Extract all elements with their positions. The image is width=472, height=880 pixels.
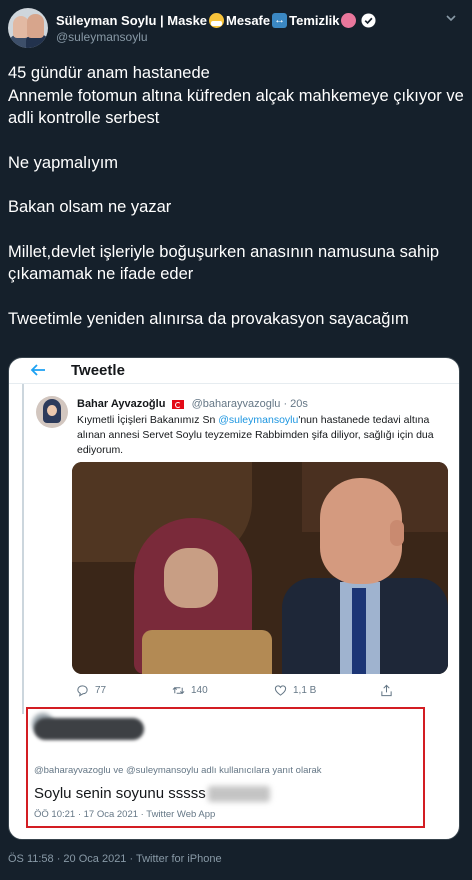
author-name-part3: Temizlik xyxy=(289,13,340,28)
like-count: 1,1 B xyxy=(293,685,317,696)
quoted-mention: @suleymansoylu xyxy=(218,414,299,426)
author-handle[interactable]: @suleymansoylu xyxy=(56,30,148,44)
share-action xyxy=(380,684,399,697)
tweet-line: Bakan olsam ne yazar xyxy=(8,198,172,216)
tweet-line: 45 gündür anam hastanede xyxy=(8,64,210,82)
retweet-icon xyxy=(172,686,185,695)
redacted-username xyxy=(34,718,144,740)
left-right-arrow-icon: ↔ xyxy=(272,13,288,28)
share-icon xyxy=(381,684,392,697)
reply-to-label: @baharayvazoglu ve @suleymansoylu adlı k… xyxy=(34,765,322,776)
quoted-photo xyxy=(72,462,448,674)
quoted-author: Bahar Ayvazoğlu @baharayvazoglu · 20s xyxy=(77,398,308,410)
author-avatar[interactable] xyxy=(8,8,48,48)
reply-meta: ÖÖ 10:21 · 17 Oca 2021 · Twitter Web App xyxy=(34,809,216,820)
thread-line xyxy=(22,384,24,714)
quoted-handle: @baharayvazoglu · 20s xyxy=(191,398,308,410)
tweet-line: Tweetimle yeniden alınırsa da provakasyo… xyxy=(8,309,409,328)
quoted-actions: 77 140 1,1 B xyxy=(72,684,448,700)
quoted-text: Kıymetli İçişleri Bakanımız Sn @suleyman… xyxy=(77,413,447,458)
reply-text-visible: Soylu senin soyunu sssss xyxy=(34,785,206,802)
retweet-action: 140 xyxy=(172,684,208,697)
author-name[interactable]: Süleyman Soylu | Maske Mesafe ↔ Temizlik xyxy=(56,13,376,28)
verified-badge-icon xyxy=(361,13,376,28)
reply-text: Soylu senin soyunu sssss xyxy=(34,785,270,802)
microbe-icon xyxy=(341,13,357,28)
highlighted-reply: @baharayvazoglu ve @suleymansoylu adlı k… xyxy=(26,707,425,828)
author-name-part2: Mesafe xyxy=(226,13,271,28)
embedded-title: Tweetle xyxy=(71,362,125,379)
quoted-name: Bahar Ayvazoğlu xyxy=(77,398,166,410)
like-action: 1,1 B xyxy=(274,684,316,697)
author-name-part1: Süleyman Soylu | Maske xyxy=(56,13,208,28)
tweet-timestamp[interactable]: ÖS 11:58 · 20 Oca 2021 · Twitter for iPh… xyxy=(8,853,222,865)
back-arrow-icon xyxy=(30,364,45,376)
turkish-flag-icon xyxy=(171,399,184,409)
embedded-header: Tweetle xyxy=(9,358,459,384)
tweet-line: Annemle fotomun altına küfreden alçak ma… xyxy=(8,86,464,128)
tweet-text: 45 gündür anam hastanede Annemle fotomun… xyxy=(8,62,468,330)
quoted-text-before: Kıymetli İçişleri Bakanımız Sn xyxy=(77,414,219,426)
redacted-word xyxy=(207,785,270,802)
attached-image[interactable]: Tweetle Bahar Ayvazoğlu @baharayvazoglu … xyxy=(8,357,460,840)
reply-icon xyxy=(77,685,88,697)
tweet-line: Millet,devlet işleriyle boğuşurken anası… xyxy=(8,242,440,284)
retweet-count: 140 xyxy=(191,685,208,696)
chevron-down-icon[interactable] xyxy=(442,10,460,26)
tweet-line: Ne yapmalıyım xyxy=(8,153,119,172)
face-with-mask-icon xyxy=(209,13,225,28)
tweet-header: Süleyman Soylu | Maske Mesafe ↔ Temizlik… xyxy=(8,8,464,50)
reply-count: 77 xyxy=(95,685,107,696)
reply-action: 77 xyxy=(76,684,106,697)
quoted-avatar xyxy=(36,396,68,428)
heart-icon xyxy=(274,685,287,696)
